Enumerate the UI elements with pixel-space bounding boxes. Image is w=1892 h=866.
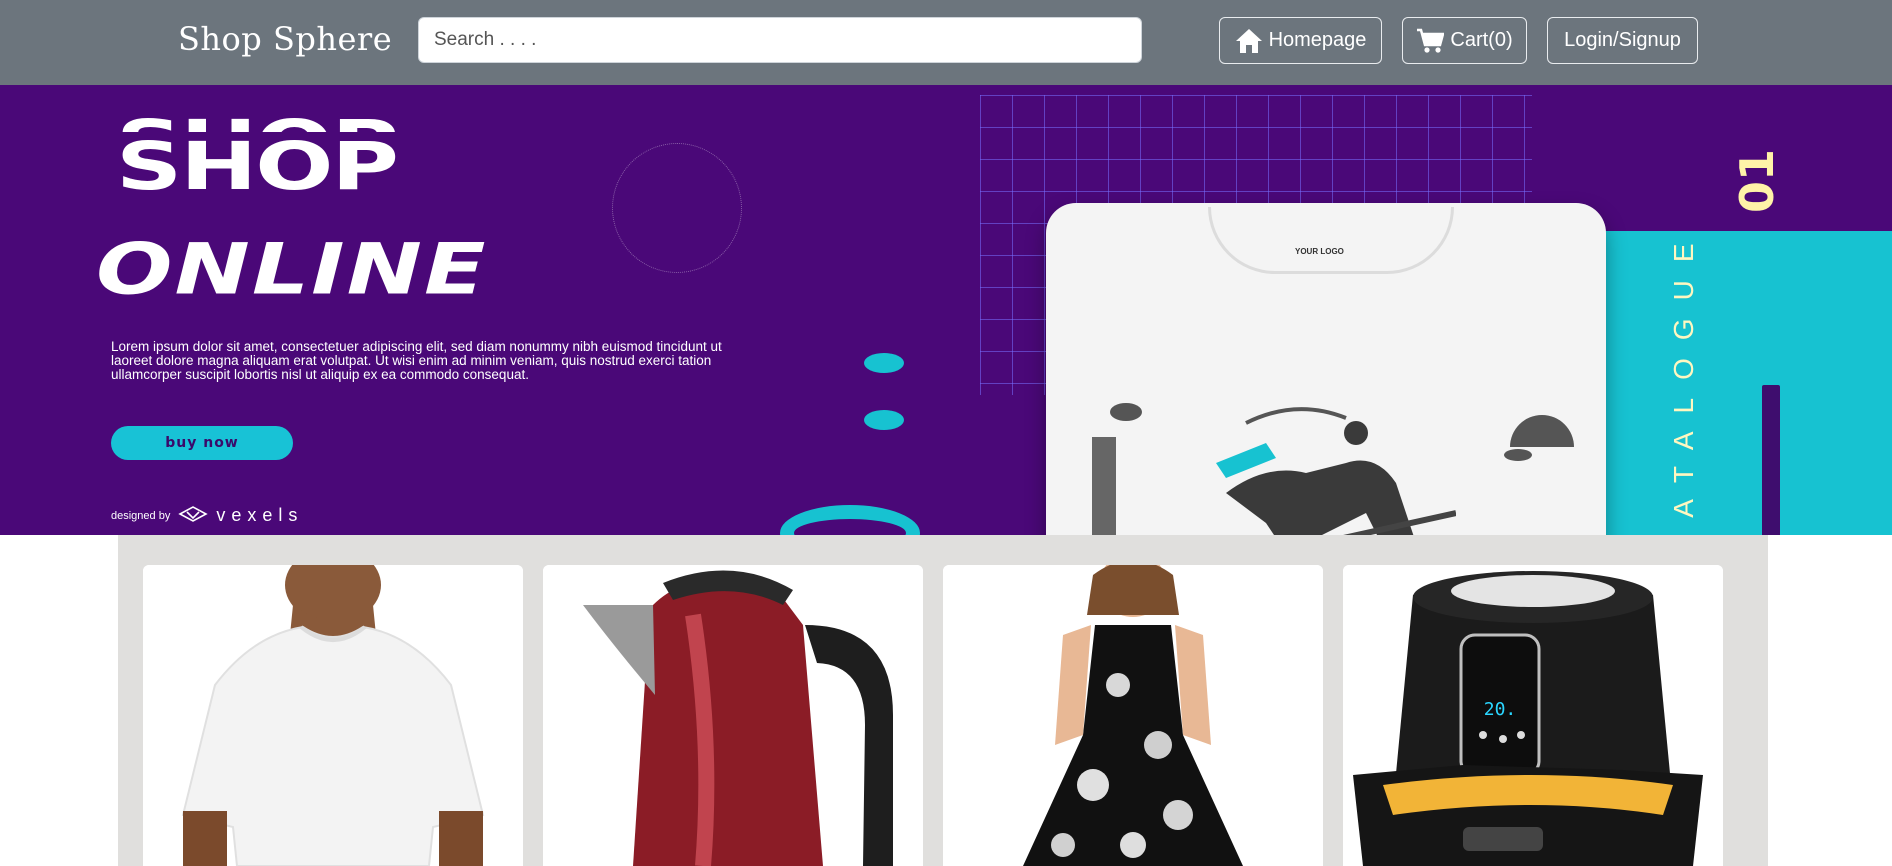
circular-stamp-icon <box>612 143 742 273</box>
product-card-tshirt[interactable] <box>143 565 523 866</box>
designed-by-credit: designed by vexels <box>111 505 303 526</box>
vexels-logo-icon <box>178 505 209 526</box>
hero-title-shop: SHOP <box>116 127 399 205</box>
hero-title-online: ONLINE <box>96 228 488 311</box>
tshirt-art-oval <box>1504 449 1532 461</box>
home-icon <box>1235 28 1263 54</box>
navbar: Shop Sphere Homepage Cart(0) Login/Signu… <box>0 0 1892 85</box>
sewing-button-icon <box>864 410 904 430</box>
homepage-button[interactable]: Homepage <box>1219 17 1382 64</box>
homepage-label: Homepage <box>1268 29 1367 51</box>
floral-dress-image <box>943 565 1323 866</box>
catalogue-vertical-text: CATALOGUE <box>1668 225 1699 535</box>
tshirt-logo-text: YOUR LOGO <box>1295 247 1344 256</box>
product-card-air-fryer[interactable]: 20. <box>1343 565 1723 866</box>
buy-now-button[interactable]: buy now <box>111 426 293 460</box>
cart-button[interactable]: Cart(0) <box>1402 17 1527 64</box>
designed-by-label: designed by <box>111 509 171 522</box>
product-card-kettle[interactable] <box>543 565 923 866</box>
tshirt-art-circle <box>1110 403 1142 421</box>
search-input[interactable] <box>418 17 1142 63</box>
hero-banner[interactable]: SHOP SHOP ONLINE Lorem ipsum dolor sit a… <box>0 85 1892 535</box>
air-fryer-image: 20. <box>1343 565 1723 866</box>
tshirt-art-bar <box>1092 437 1116 535</box>
pencil-icon <box>1762 385 1780 535</box>
product-card-dress[interactable] <box>943 565 1323 866</box>
red-kettle-image <box>543 565 923 866</box>
catalogue-number: 01 <box>1730 148 1784 213</box>
login-signup-button[interactable]: Login/Signup <box>1547 17 1698 64</box>
vexels-wordmark: vexels <box>216 505 304 525</box>
cart-label: Cart(0) <box>1450 29 1513 51</box>
svg-text:20.: 20. <box>1484 699 1517 720</box>
tshirt-art-figure <box>1216 407 1456 535</box>
tshirt-collar <box>1208 207 1454 274</box>
measuring-tape-icon <box>780 505 920 535</box>
hero-body-text: Lorem ipsum dolor sit amet, consectetuer… <box>111 339 722 382</box>
white-tshirt-image <box>143 565 523 866</box>
cart-icon <box>1416 28 1445 54</box>
sewing-button-icon <box>864 353 904 373</box>
brand-logo[interactable]: Shop Sphere <box>178 20 392 58</box>
